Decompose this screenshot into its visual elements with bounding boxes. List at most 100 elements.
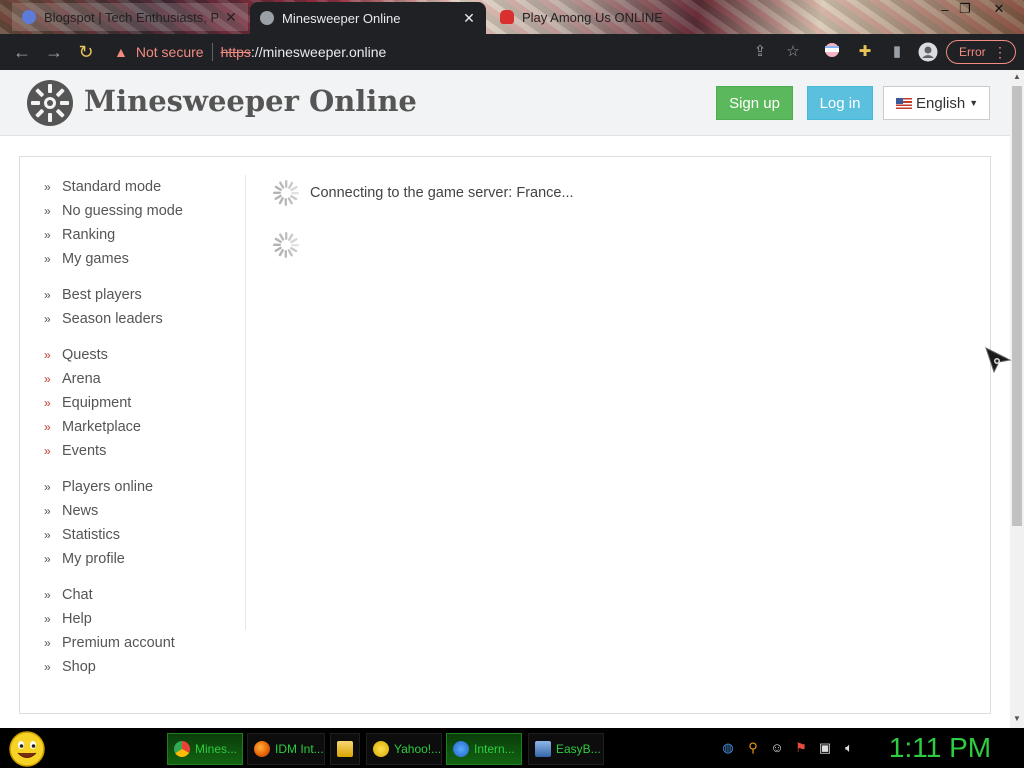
tab-close-icon[interactable]: ✕ bbox=[224, 9, 238, 26]
sidebar-item-help[interactable]: » Help bbox=[20, 607, 245, 631]
error-label: Error bbox=[959, 45, 986, 59]
sidebar-item-my-profile[interactable]: » My profile bbox=[20, 547, 245, 571]
chevron-right-icon: » bbox=[44, 420, 51, 434]
tab-blogspot[interactable]: Blogspot | Tech Enthusiasts, Po... ✕ bbox=[12, 3, 248, 31]
scroll-up-arrow-icon[interactable]: ▲ bbox=[1010, 72, 1024, 84]
sidebar-item-label: Season leaders bbox=[62, 311, 163, 327]
sidebar-nav: » Standard mode» No guessing mode» Ranking»… bbox=[20, 175, 246, 675]
more-menu-icon: ⋮ bbox=[993, 43, 1007, 60]
start-smiley-icon[interactable] bbox=[8, 730, 46, 768]
sidebar-item-shop[interactable]: » Shop bbox=[20, 655, 245, 679]
sidebar-item-season-leaders[interactable]: » Season leaders bbox=[20, 307, 245, 331]
sidebar-item-arena[interactable]: » Arena bbox=[20, 367, 245, 391]
network-globe-icon[interactable]: ◍ bbox=[720, 740, 736, 756]
sidebar-item-news[interactable]: » News bbox=[20, 499, 245, 523]
sidebar-item-label: Help bbox=[62, 611, 92, 627]
language-dropdown[interactable]: English ▼ bbox=[883, 86, 990, 120]
warning-triangle-icon[interactable]: ▲ bbox=[114, 44, 128, 60]
sidebar-item-best-players[interactable]: » Best players bbox=[20, 283, 245, 307]
profile-flag-icon[interactable] bbox=[822, 42, 842, 62]
sidebar-item-marketplace[interactable]: » Marketplace bbox=[20, 415, 245, 439]
error-button[interactable]: Error ⋮ bbox=[946, 40, 1016, 64]
network-tray-icon[interactable]: ▣ bbox=[817, 740, 833, 756]
sidebar-item-standard-mode[interactable]: » Standard mode bbox=[20, 175, 245, 199]
forward-arrow-icon[interactable]: → bbox=[42, 41, 66, 63]
reload-icon[interactable]: ↻ bbox=[74, 41, 98, 63]
restore-window-icon[interactable]: ❐ bbox=[952, 0, 978, 18]
sidebar-item-label: News bbox=[62, 503, 99, 519]
sidebar-item-label: My games bbox=[62, 251, 129, 267]
chevron-right-icon: » bbox=[44, 612, 51, 626]
chevron-right-icon: » bbox=[44, 660, 51, 674]
sidebar-item-statistics[interactable]: » Statistics bbox=[20, 523, 245, 547]
sidebar-item-label: Quests bbox=[62, 347, 108, 363]
tab-title: Blogspot | Tech Enthusiasts, Po... bbox=[44, 9, 218, 25]
tab-close-icon[interactable]: ✕ bbox=[462, 10, 476, 27]
sidebar-item-label: My profile bbox=[62, 551, 125, 567]
page-scrollbar[interactable]: ▲ ▼ bbox=[1010, 70, 1024, 728]
scroll-down-arrow-icon[interactable]: ▼ bbox=[1010, 714, 1024, 726]
search-icon[interactable]: ⚲ bbox=[745, 740, 761, 756]
chevron-right-icon: » bbox=[44, 396, 51, 410]
messenger-tray-icon[interactable]: ☺ bbox=[769, 740, 785, 756]
taskbar-clock[interactable]: 1:11 PM bbox=[870, 730, 1010, 766]
log-in-button[interactable]: Log in bbox=[807, 86, 873, 120]
share-icon[interactable]: ⇪ bbox=[750, 42, 770, 62]
blogspot-favicon-icon bbox=[22, 10, 36, 24]
side-panel-icon[interactable]: ▮ bbox=[887, 42, 907, 62]
sidebar-item-chat[interactable]: » Chat bbox=[20, 583, 245, 607]
taskbar-button[interactable] bbox=[330, 733, 360, 765]
extensions-puzzle-icon[interactable]: ✚ bbox=[855, 42, 875, 62]
bookmark-star-icon[interactable]: ☆ bbox=[783, 42, 803, 62]
sidebar-item-premium-account[interactable]: » Premium account bbox=[20, 631, 245, 655]
taskbar-button-label: Yahoo!... bbox=[394, 742, 442, 756]
site-title[interactable]: Minesweeper Online bbox=[84, 84, 417, 118]
taskbar-button[interactable]: Yahoo!... bbox=[366, 733, 442, 765]
taskbar-button-label: EasyB... bbox=[556, 742, 601, 756]
tab-title: Minesweeper Online bbox=[282, 10, 401, 26]
internet-explorer-icon bbox=[453, 741, 469, 757]
taskbar-button[interactable]: EasyB... bbox=[528, 733, 604, 765]
scrollbar-thumb[interactable] bbox=[1012, 86, 1022, 526]
taskbar-button[interactable]: Intern... bbox=[446, 733, 522, 765]
main-content: Connecting to the game server: France... bbox=[270, 175, 970, 279]
sign-up-button[interactable]: Sign up bbox=[716, 86, 793, 120]
loading-message: Connecting to the game server: France... bbox=[310, 185, 574, 201]
sidebar-item-label: Statistics bbox=[62, 527, 121, 543]
volume-icon[interactable]: 🔈︎ bbox=[841, 740, 857, 756]
not-secure-label[interactable]: Not secure bbox=[136, 44, 204, 60]
taskbar-button[interactable]: Mines... bbox=[167, 733, 243, 765]
sidebar-item-label: Equipment bbox=[62, 395, 132, 411]
nav-group: » Best players » Season leaders bbox=[20, 283, 245, 331]
sidebar-item-events[interactable]: » Events bbox=[20, 439, 245, 463]
chevron-right-icon: » bbox=[44, 228, 51, 242]
close-window-icon[interactable]: ✕ bbox=[986, 0, 1012, 18]
chrome-icon bbox=[174, 741, 190, 757]
chevron-right-icon: » bbox=[44, 636, 51, 650]
account-avatar-icon[interactable] bbox=[918, 42, 938, 62]
easybcd-icon bbox=[535, 741, 551, 757]
minesweeper-logo-icon[interactable] bbox=[26, 79, 74, 127]
sidebar-item-ranking[interactable]: » Ranking bbox=[20, 223, 245, 247]
sidebar-item-label: Best players bbox=[62, 287, 142, 303]
tab-among-us[interactable]: Play Among Us ONLINE bbox=[490, 3, 730, 31]
language-label: English bbox=[916, 94, 966, 112]
folder-icon bbox=[337, 741, 353, 757]
sidebar-item-my-games[interactable]: » My games bbox=[20, 247, 245, 271]
loading-spinner-icon bbox=[273, 232, 299, 258]
chevron-right-icon: » bbox=[44, 204, 51, 218]
sidebar-item-equipment[interactable]: » Equipment bbox=[20, 391, 245, 415]
address-bar[interactable]: ▲ Not secure https ://minesweeper.online bbox=[108, 39, 808, 65]
taskbar-button[interactable]: IDM Int... bbox=[247, 733, 325, 765]
back-arrow-icon[interactable]: ← bbox=[10, 41, 34, 63]
site-header: Minesweeper Online Sign up Log in Englis… bbox=[0, 70, 1010, 136]
chevron-right-icon: » bbox=[44, 588, 51, 602]
sidebar-item-quests[interactable]: » Quests bbox=[20, 343, 245, 367]
tab-minesweeper[interactable]: Minesweeper Online ✕ bbox=[250, 2, 486, 34]
sidebar-item-players-online[interactable]: » Players online bbox=[20, 475, 245, 499]
mouse-cursor-icon bbox=[985, 347, 1012, 374]
sidebar-item-no-guessing-mode[interactable]: » No guessing mode bbox=[20, 199, 245, 223]
taskbar-button-label: Mines... bbox=[195, 742, 238, 756]
chevron-right-icon: » bbox=[44, 252, 51, 266]
flag-tray-icon[interactable]: ⚑ bbox=[793, 740, 809, 756]
